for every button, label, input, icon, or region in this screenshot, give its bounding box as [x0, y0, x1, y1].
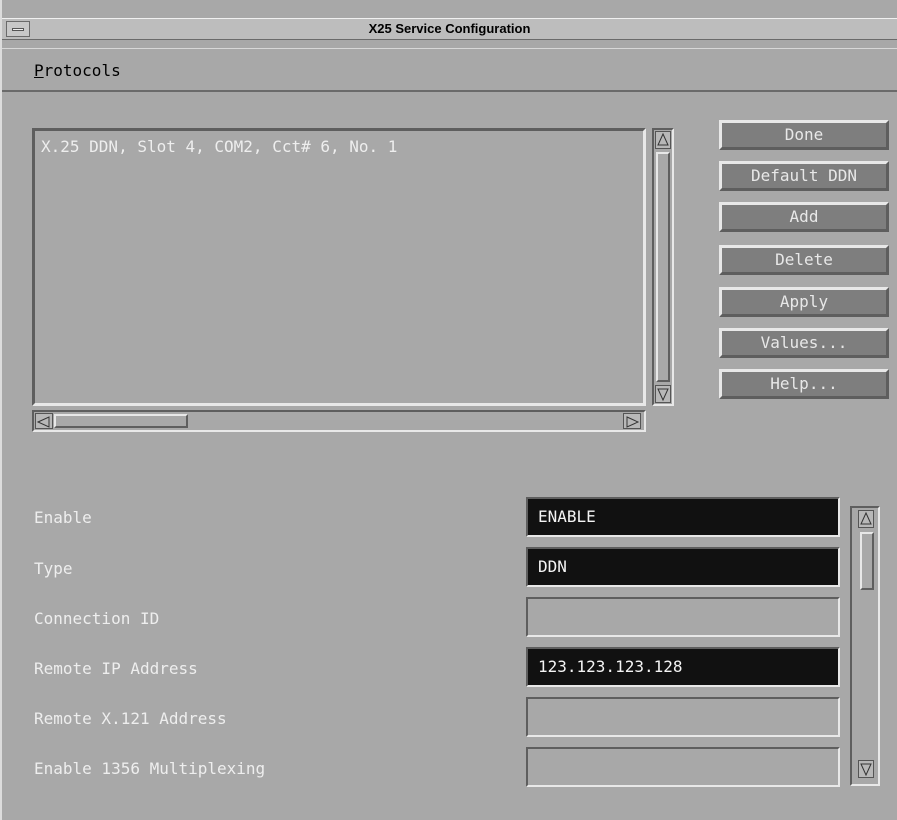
list-vertical-scrollbar[interactable] — [652, 128, 674, 406]
connection-id-label: Connection ID — [34, 609, 160, 628]
scroll-right-button[interactable] — [623, 413, 641, 429]
x25-config-window: X25 Service Configuration Protocols X.25… — [0, 0, 897, 820]
type-field[interactable]: DDN — [526, 547, 840, 587]
arrow-down-icon — [657, 388, 669, 402]
remote-ip-address-field[interactable]: 123.123.123.128 — [526, 647, 840, 687]
scroll-thumb[interactable] — [656, 152, 670, 382]
scroll-up-button[interactable] — [655, 131, 671, 149]
apply-button[interactable]: Apply — [719, 287, 889, 317]
connection-id-field[interactable] — [526, 597, 840, 637]
type-label: Type — [34, 559, 73, 578]
scroll-left-button[interactable] — [35, 413, 53, 429]
fields-vertical-scrollbar[interactable] — [850, 506, 880, 786]
menu-bar: Protocols — [2, 48, 897, 92]
arrow-right-icon — [626, 416, 640, 428]
menu-protocols[interactable]: Protocols — [34, 61, 121, 80]
add-button[interactable]: Add — [719, 202, 889, 232]
default-ddn-button[interactable]: Default DDN — [719, 161, 889, 191]
window-title: X25 Service Configuration — [368, 21, 531, 36]
scroll-down-button[interactable] — [655, 385, 671, 403]
remote-ip-address-label: Remote IP Address — [34, 659, 198, 678]
help-button[interactable]: Help... — [719, 369, 889, 399]
arrow-left-icon — [36, 416, 50, 428]
remote-x121-address-label: Remote X.121 Address — [34, 709, 227, 728]
remote-x121-address-field[interactable] — [526, 697, 840, 737]
enable-field[interactable]: ENABLE — [526, 497, 840, 537]
menu-protocols-mnemonic: P — [34, 61, 44, 80]
fields-scroll-thumb[interactable] — [860, 532, 874, 590]
menu-protocols-label: rotocols — [43, 61, 121, 80]
enable-label: Enable — [34, 508, 92, 527]
fields-scroll-down-button[interactable] — [858, 760, 874, 778]
enable-1356-multiplexing-label: Enable 1356 Multiplexing — [34, 759, 266, 778]
arrow-down-icon — [860, 763, 872, 777]
enable-1356-multiplexing-field[interactable] — [526, 747, 840, 787]
connections-list[interactable]: X.25 DDN, Slot 4, COM2, Cct# 6, No. 1 — [32, 128, 646, 406]
title-bar: X25 Service Configuration — [2, 18, 897, 40]
list-item[interactable]: X.25 DDN, Slot 4, COM2, Cct# 6, No. 1 — [41, 137, 397, 156]
scroll-thumb-horizontal[interactable] — [54, 414, 188, 428]
arrow-up-icon — [860, 511, 872, 525]
list-horizontal-scrollbar[interactable] — [32, 410, 646, 432]
values-button[interactable]: Values... — [719, 328, 889, 358]
fields-scroll-up-button[interactable] — [858, 510, 874, 528]
delete-button[interactable]: Delete — [719, 245, 889, 275]
done-button[interactable]: Done — [719, 120, 889, 150]
arrow-up-icon — [657, 132, 669, 146]
